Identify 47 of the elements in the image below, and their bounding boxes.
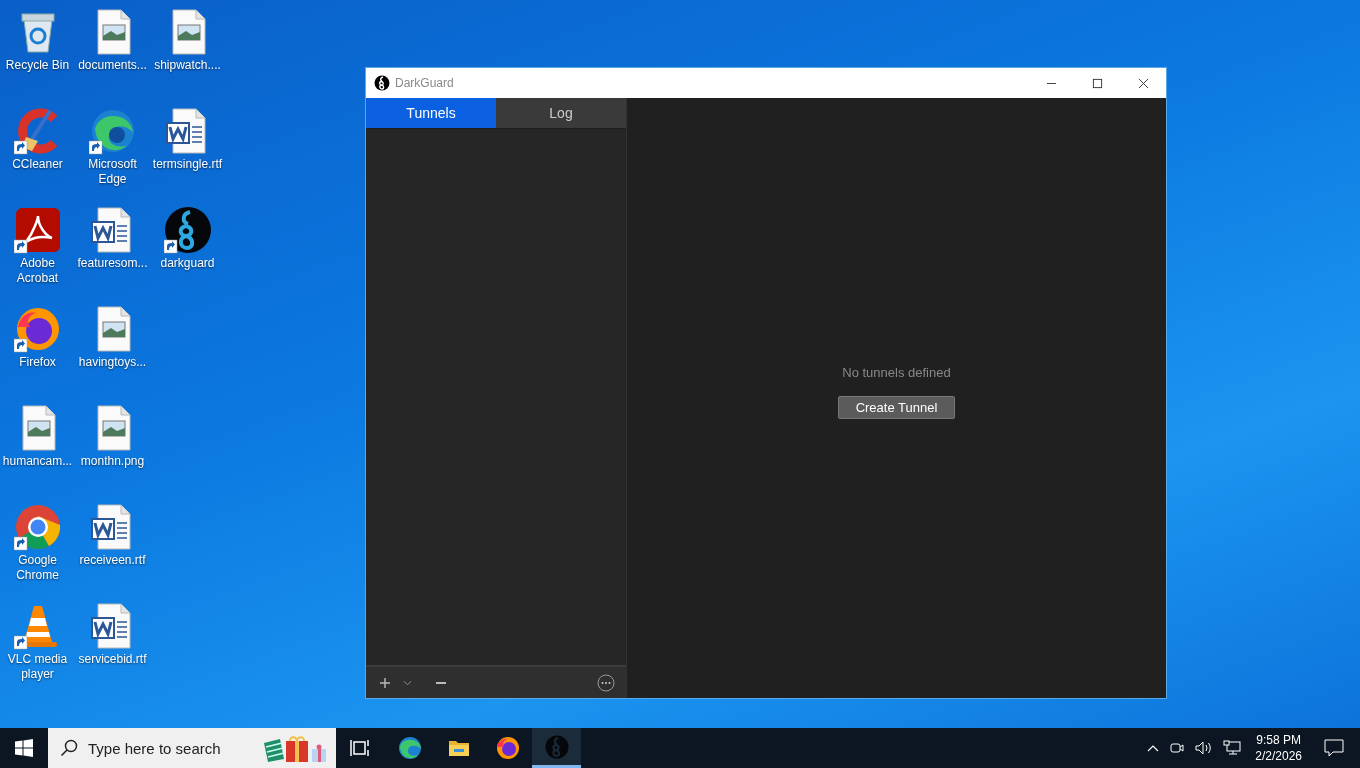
tab[interactable]: Tunnels xyxy=(366,98,496,129)
more-options-button[interactable] xyxy=(596,672,616,693)
more-icon xyxy=(597,673,615,692)
plus-icon xyxy=(379,676,391,689)
firefox-icon[interactable] xyxy=(13,305,62,353)
desktop-icon-label[interactable]: servicebid.rtf xyxy=(78,652,147,667)
desktop-icon-label[interactable]: receiveen.rtf xyxy=(79,553,146,568)
empty-state-message: No tunnels defined xyxy=(842,365,951,380)
close-icon xyxy=(1137,77,1149,89)
app-logo-icon xyxy=(374,75,390,91)
network-icon[interactable] xyxy=(1223,740,1242,756)
desktop-icon-label[interactable]: termsingle.rtf xyxy=(152,157,223,172)
acrobat-icon[interactable] xyxy=(13,206,62,254)
desktop-icon-label[interactable]: Recycle Bin xyxy=(5,58,70,73)
edge-icon[interactable] xyxy=(88,107,137,155)
create-tunnel-button[interactable]: Create Tunnel xyxy=(837,396,956,419)
darkguard-icon[interactable] xyxy=(163,206,212,254)
caret-icon xyxy=(402,679,412,686)
desktop-icon-label[interactable]: shipwatch.... xyxy=(154,58,221,73)
desktop-icon-label[interactable]: CCleaner xyxy=(12,157,63,172)
desktop-icon-label[interactable]: documents... xyxy=(78,58,147,73)
volume-icon[interactable] xyxy=(1195,740,1214,756)
tab[interactable]: Log xyxy=(496,98,626,129)
desktop-icon-label[interactable]: darkguard xyxy=(160,256,215,271)
chevron-up-icon[interactable] xyxy=(1147,744,1160,752)
desktop-icon-label[interactable]: havingtoys... xyxy=(78,355,147,370)
desktop-icon-label[interactable]: monthn.png xyxy=(80,454,145,469)
desktop-icon-label[interactable]: featuresom... xyxy=(77,256,148,271)
search-field[interactable]: Type here to search xyxy=(48,728,336,768)
notifications-icon[interactable] xyxy=(1324,739,1344,757)
desktop-icon-label[interactable]: VLC media player xyxy=(0,652,75,682)
clock[interactable]: 9:58 PM 2/2/2026 xyxy=(1255,732,1302,764)
desktop-icon-label[interactable]: Adobe Acrobat xyxy=(0,256,75,286)
desktop-icon-label[interactable]: humancam... xyxy=(2,454,73,469)
window-title: DarkGuard xyxy=(395,76,454,90)
edge-icon xyxy=(397,736,422,760)
chrome-icon[interactable] xyxy=(13,503,62,551)
taskbar-button[interactable] xyxy=(532,728,581,768)
desktop-icon-label[interactable]: Firefox xyxy=(19,355,56,370)
darkguard-icon xyxy=(544,734,569,759)
search-icon xyxy=(60,739,78,757)
desktop-icon-label[interactable]: Google Chrome xyxy=(0,553,75,583)
desktop-icon-label[interactable]: Microsoft Edge xyxy=(75,157,150,187)
maximize-icon xyxy=(1091,77,1103,89)
firefox-icon xyxy=(495,736,520,760)
windows-logo-icon xyxy=(15,739,33,757)
camera-icon[interactable] xyxy=(1169,740,1186,756)
